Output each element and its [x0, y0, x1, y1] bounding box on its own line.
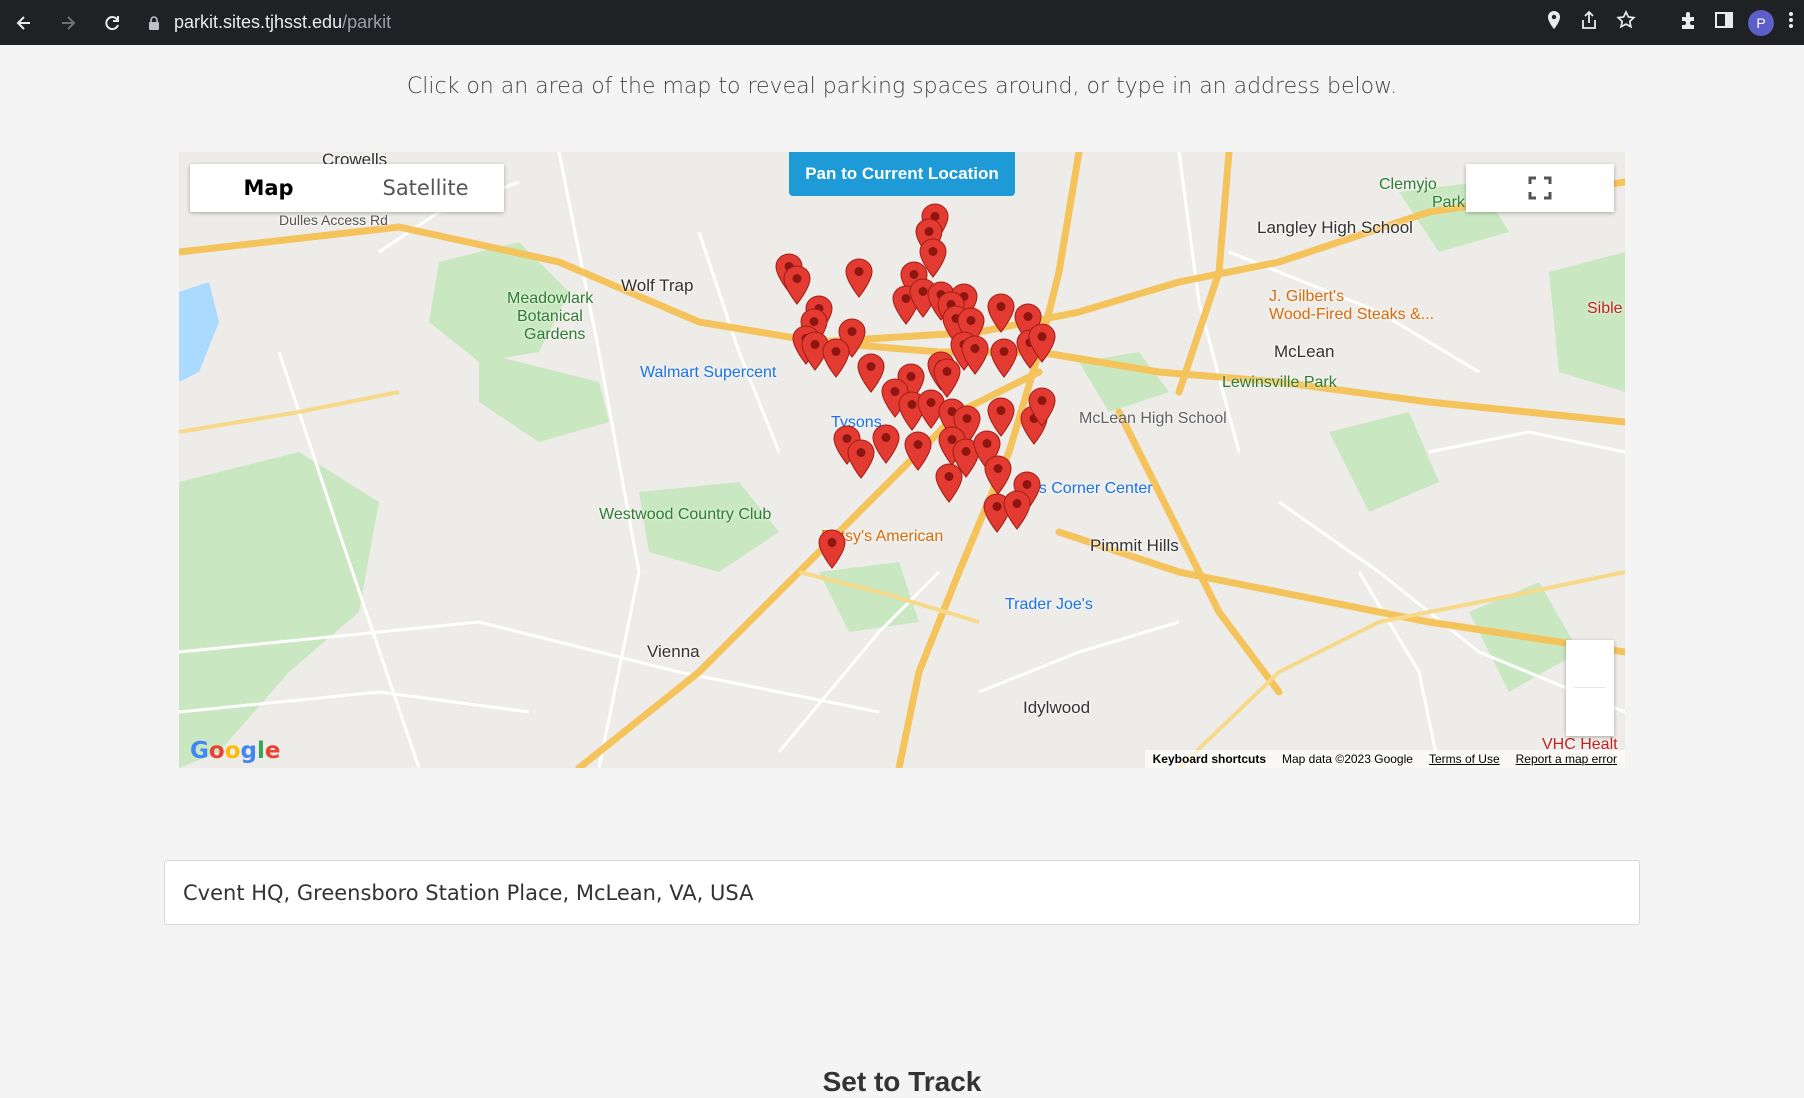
back-icon[interactable] — [4, 3, 44, 43]
fullscreen-icon — [1528, 176, 1552, 200]
parking-marker-icon[interactable] — [857, 353, 885, 393]
pan-to-current-location-button[interactable]: Pan to Current Location — [789, 152, 1015, 196]
lock-icon[interactable] — [148, 15, 162, 30]
map-type-control: Map Satellite — [190, 164, 504, 212]
forward-icon[interactable] — [48, 3, 88, 43]
markers-layer — [775, 203, 1056, 569]
keyboard-shortcuts-link[interactable]: Keyboard shortcuts — [1153, 752, 1266, 766]
map-type-satellite-button[interactable]: Satellite — [347, 164, 504, 212]
parking-marker-icon[interactable] — [904, 431, 932, 471]
section-heading: Set to Track — [822, 1066, 982, 1097]
parking-marker-icon[interactable] — [872, 424, 900, 464]
google-logo: Google — [190, 738, 281, 764]
map-attribution: Keyboard shortcuts Map data ©2023 Google… — [1144, 750, 1625, 768]
bookmark-star-icon[interactable] — [1616, 10, 1636, 35]
extensions-icon[interactable] — [1678, 9, 1700, 36]
parking-marker-icon[interactable] — [987, 397, 1015, 437]
profile-avatar[interactable]: P — [1748, 9, 1774, 36]
parking-marker-icon[interactable] — [935, 463, 963, 503]
map-type-map-button[interactable]: Map — [190, 164, 347, 212]
url-text: parkit.sites.tjhsst.edu/parkit — [174, 12, 392, 32]
parking-marker-icon[interactable] — [933, 358, 961, 398]
fullscreen-button[interactable] — [1466, 164, 1614, 212]
side-panel-icon[interactable] — [1714, 10, 1734, 35]
parking-marker-icon[interactable] — [783, 265, 811, 305]
parking-marker-icon[interactable] — [847, 439, 875, 479]
address-input[interactable]: Cvent HQ, Greensboro Station Place, McLe… — [164, 860, 1640, 925]
parking-marker-icon[interactable] — [818, 529, 846, 569]
parking-marker-icon[interactable] — [990, 338, 1018, 378]
parking-marker-icon[interactable] — [987, 293, 1015, 333]
parking-marker-icon[interactable] — [845, 258, 873, 298]
location-pin-icon[interactable] — [1546, 10, 1562, 35]
map-container[interactable]: Crowells Dulles Access Rd Wolf Trap Mead… — [179, 152, 1625, 768]
parking-marker-icon[interactable] — [822, 338, 850, 378]
share-icon[interactable] — [1580, 10, 1598, 35]
zoom-control[interactable] — [1566, 640, 1614, 736]
map-data-text: Map data ©2023 Google — [1282, 752, 1413, 766]
parking-marker-icon[interactable] — [1003, 490, 1031, 530]
browser-toolbar: parkit.sites.tjhsst.edu/parkit P — [0, 0, 1804, 45]
terms-of-use-link[interactable]: Terms of Use — [1429, 752, 1500, 766]
parking-marker-icon[interactable] — [984, 455, 1012, 495]
address-bar[interactable]: parkit.sites.tjhsst.edu/parkit — [134, 6, 1646, 39]
map-instruction: Click on an area of the map to reveal pa… — [406, 74, 1398, 99]
report-map-error-link[interactable]: Report a map error — [1516, 752, 1617, 766]
menu-kebab-icon[interactable] — [1788, 10, 1794, 35]
reload-icon[interactable] — [92, 3, 132, 43]
